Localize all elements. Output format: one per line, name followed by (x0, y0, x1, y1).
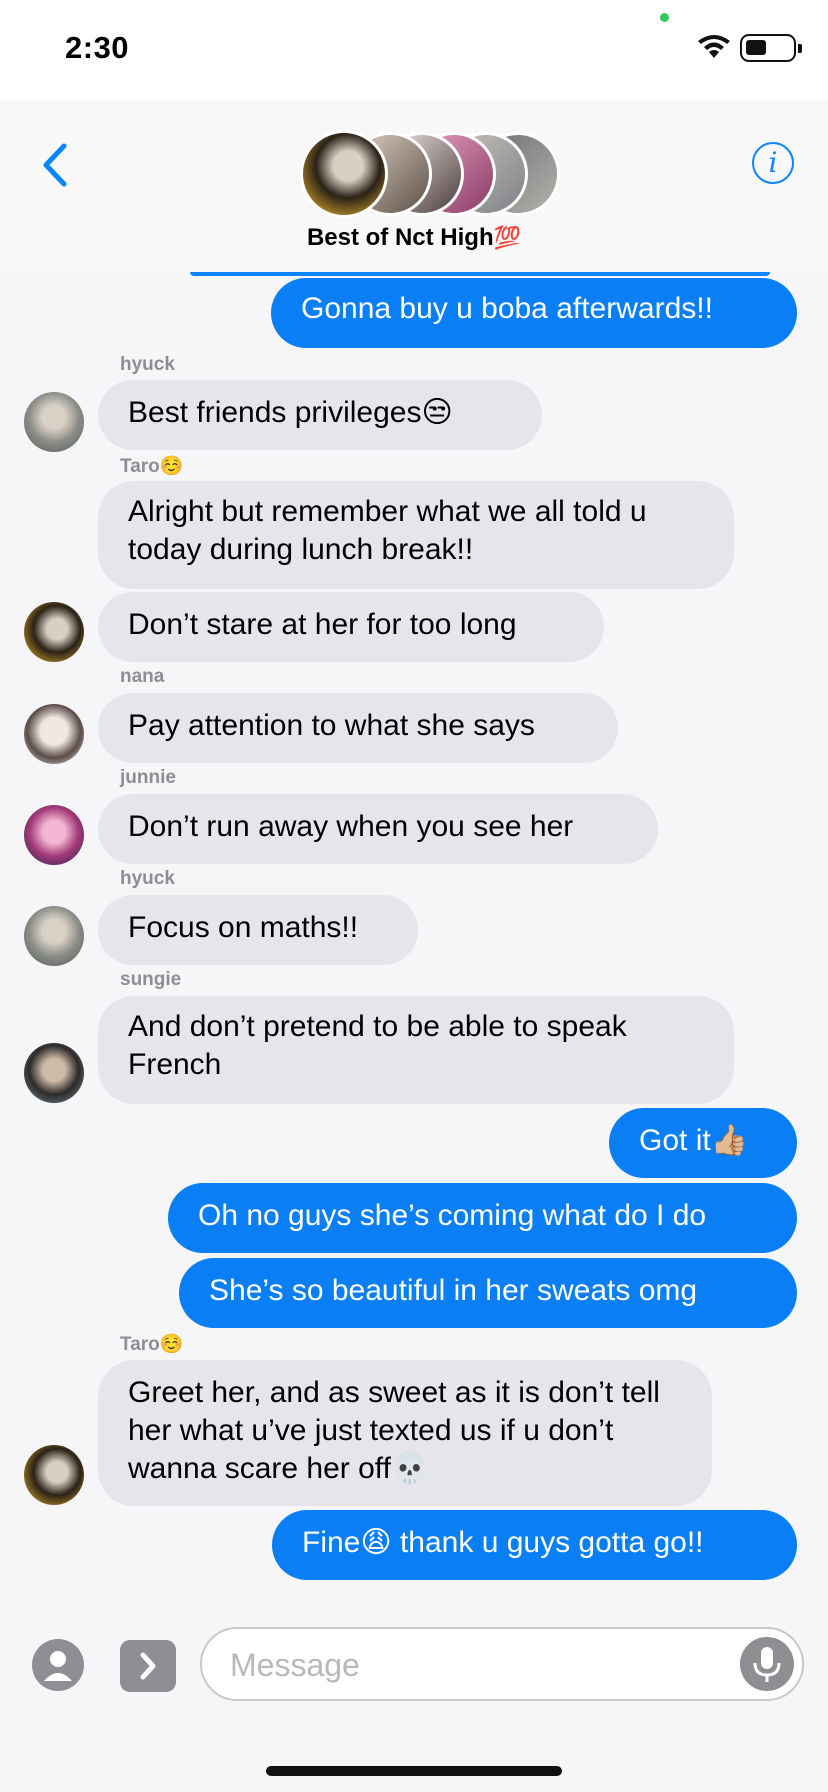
message-placeholder: Message (230, 1647, 360, 1683)
message-input[interactable]: Message (200, 1627, 804, 1701)
conversation-header: Best of Nct High💯 i (0, 100, 828, 273)
group-avatar (300, 130, 388, 218)
sent-message-bubble[interactable]: Fine😩 thank u guys gotta go!! (272, 1510, 797, 1580)
sent-message-bubble[interactable]: Oh no guys she’s coming what do I do (168, 1183, 797, 1253)
message-input-bar: Message (0, 1612, 828, 1792)
battery-icon (740, 34, 802, 62)
hundred-emoji: 💯 (493, 225, 522, 250)
received-message-bubble[interactable]: Focus on maths!! (98, 895, 418, 965)
message-thread[interactable]: Gonna buy u boba afterwards!! hyuck Best… (0, 272, 828, 1612)
back-chevron-icon[interactable] (36, 140, 76, 190)
received-message-bubble[interactable]: And don’t pretend to be able to speak Fr… (98, 996, 734, 1104)
sent-message-bubble[interactable]: Got it👍🏼 (609, 1108, 797, 1178)
avatar[interactable] (24, 602, 84, 662)
received-message-bubble[interactable]: Don’t run away when you see her (98, 794, 658, 864)
home-indicator[interactable] (266, 1766, 562, 1776)
avatar[interactable] (24, 805, 84, 865)
sent-message-bubble[interactable]: Gonna buy u boba afterwards!! (271, 278, 797, 348)
received-message-bubble[interactable]: Best friends privileges😒 (98, 380, 542, 450)
sender-name: junnie (120, 767, 176, 788)
sender-name: Taro☺️ (120, 1334, 184, 1355)
camera-in-use-indicator (660, 13, 669, 22)
group-name[interactable]: Best of Nct High💯 (0, 224, 828, 252)
received-message-bubble[interactable]: Don’t stare at her for too long (98, 592, 604, 662)
avatar[interactable] (24, 704, 84, 764)
info-icon[interactable]: i (752, 142, 794, 184)
partial-message-bubble (190, 272, 770, 276)
sender-name: hyuck (120, 354, 175, 375)
status-bar: 2:30 (0, 0, 828, 100)
sender-name: nana (120, 666, 165, 687)
received-message-bubble[interactable]: Pay attention to what she says (98, 693, 618, 763)
sender-name: Taro☺️ (120, 456, 184, 477)
avatar[interactable] (24, 1043, 84, 1103)
sent-message-bubble[interactable]: She’s so beautiful in her sweats omg (179, 1258, 797, 1328)
status-time: 2:30 (65, 30, 130, 65)
apps-icon[interactable] (120, 1640, 176, 1692)
group-avatar-stack[interactable] (300, 130, 560, 218)
wifi-icon (698, 35, 730, 58)
microphone-icon[interactable] (740, 1637, 794, 1691)
avatar[interactable] (24, 392, 84, 452)
sender-name: sungie (120, 969, 182, 990)
sender-name: hyuck (120, 868, 175, 889)
avatar[interactable] (24, 1445, 84, 1505)
avatar[interactable] (24, 906, 84, 966)
camera-icon[interactable] (32, 1639, 84, 1691)
received-message-bubble[interactable]: Greet her, and as sweet as it is don’t t… (98, 1360, 712, 1506)
received-message-bubble[interactable]: Alright but remember what we all told u … (98, 481, 734, 589)
